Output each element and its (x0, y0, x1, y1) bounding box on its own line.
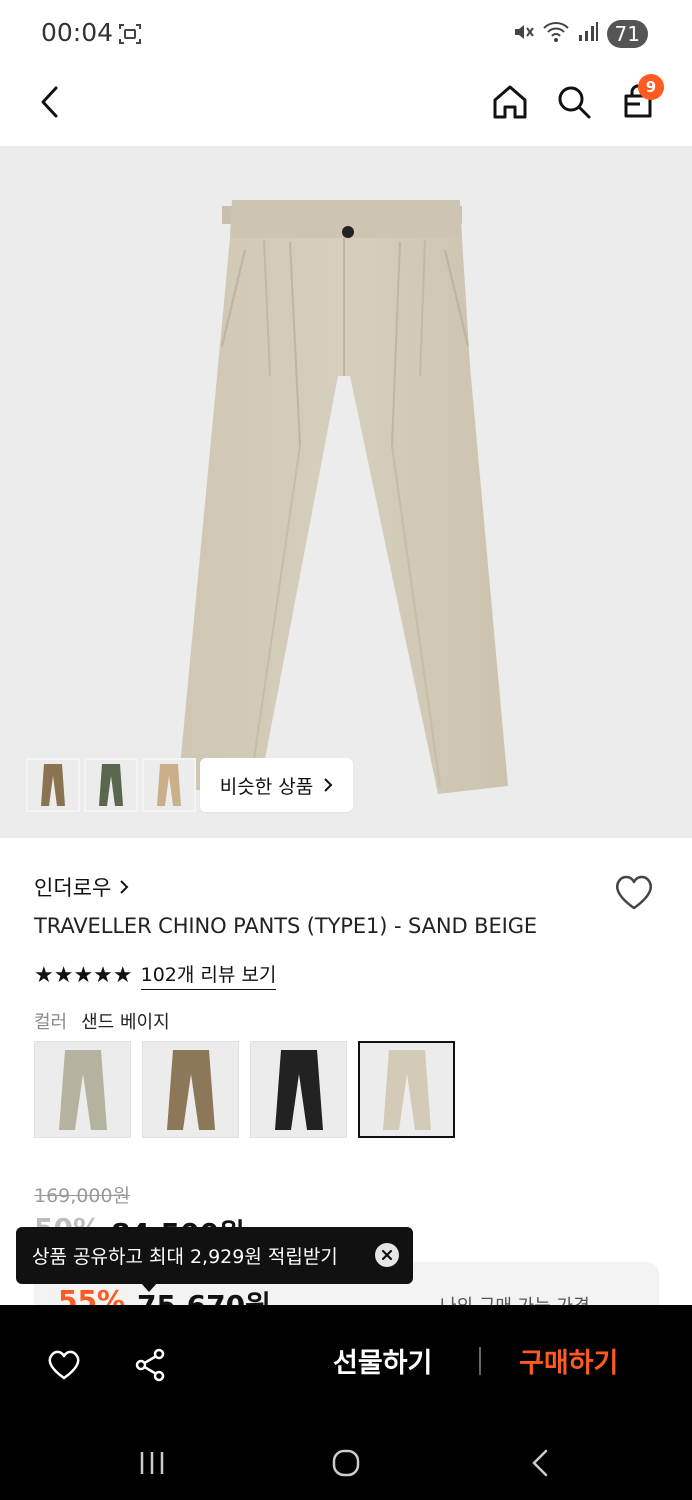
color-thumbnail[interactable] (142, 758, 196, 812)
home-button[interactable] (486, 78, 534, 126)
top-navigation: 9 (0, 68, 692, 146)
bottom-wishlist-button[interactable] (44, 1345, 84, 1385)
status-bar: 00:04 71 (0, 0, 692, 68)
search-button[interactable] (550, 78, 598, 126)
brand-link[interactable]: 인더로우 (34, 872, 129, 902)
review-link[interactable]: 102개 리뷰 보기 (140, 960, 277, 990)
pants-swatch-icon (382, 1049, 431, 1130)
tooltip-close-button[interactable] (375, 1243, 399, 1267)
share-icon (135, 1348, 165, 1382)
status-time: 00:04 (41, 18, 114, 47)
star-rating: ★★★★★ (34, 962, 133, 988)
pants-thumb-icon (157, 764, 181, 806)
pants-swatch-icon (58, 1049, 107, 1130)
pants-swatch-icon (166, 1049, 215, 1130)
color-swatch[interactable] (142, 1041, 239, 1138)
pants-thumb-icon (41, 764, 65, 806)
tooltip-arrow (140, 1282, 158, 1292)
pants-swatch-icon (274, 1049, 323, 1130)
status-icons: 71 (511, 20, 648, 48)
search-icon (558, 86, 591, 119)
color-thumbnail[interactable] (26, 758, 80, 812)
buy-button[interactable]: 구매하기 (519, 1341, 618, 1380)
cart-count-badge: 9 (638, 74, 664, 100)
pants-illustration (178, 200, 508, 796)
back-icon (532, 1449, 548, 1477)
mute-icon (511, 20, 535, 48)
screen-capture-icon (118, 22, 142, 46)
color-swatch[interactable] (34, 1041, 131, 1138)
chevron-right-icon (120, 880, 129, 894)
recents-icon (140, 1452, 164, 1474)
close-icon (381, 1249, 393, 1261)
color-swatches (34, 1041, 455, 1138)
home-circle-icon (332, 1449, 360, 1477)
product-image[interactable] (0, 146, 692, 838)
recent-apps-button[interactable] (132, 1443, 172, 1483)
color-swatch[interactable] (250, 1041, 347, 1138)
rating-row: ★★★★★ 102개 리뷰 보기 (34, 960, 277, 990)
heart-icon (616, 875, 652, 910)
system-navigation-bar (0, 1425, 692, 1500)
chevron-left-icon (41, 86, 58, 118)
brand-name: 인더로우 (34, 876, 112, 900)
share-button[interactable] (130, 1345, 170, 1385)
product-title: TRAVELLER CHINO PANTS (TYPE1) - SAND BEI… (34, 914, 538, 938)
signal-icon (577, 21, 599, 47)
color-swatch-selected[interactable] (358, 1041, 455, 1138)
wifi-icon (542, 21, 569, 47)
color-label: 컬러 (34, 1012, 68, 1033)
original-price: 169,000원 (34, 1185, 131, 1207)
pants-thumb-icon (99, 764, 123, 806)
color-value: 샌드 베이지 (81, 1012, 170, 1033)
wishlist-button[interactable] (613, 873, 655, 911)
home-icon (493, 85, 527, 119)
color-thumbnail[interactable] (84, 758, 138, 812)
back-system-button[interactable] (520, 1443, 560, 1483)
divider (479, 1347, 481, 1375)
heart-icon (48, 1350, 80, 1380)
gift-button[interactable]: 선물하기 (333, 1341, 432, 1380)
color-selection-label: 컬러 샌드 베이지 (34, 1008, 170, 1034)
chevron-right-icon (324, 778, 333, 792)
tooltip-text: 상품 공유하고 최대 2,929원 적립받기 (32, 1246, 338, 1268)
back-button[interactable] (26, 78, 74, 126)
battery-indicator: 71 (606, 20, 648, 48)
share-reward-tooltip: 상품 공유하고 최대 2,929원 적립받기 (16, 1227, 413, 1284)
bottom-action-bar: 선물하기 구매하기 (0, 1305, 692, 1500)
similar-products-label: 비슷한 상품 (219, 775, 314, 798)
similar-products-button[interactable]: 비슷한 상품 (200, 758, 353, 812)
cart-button[interactable]: 9 (614, 74, 664, 126)
home-system-button[interactable] (326, 1443, 366, 1483)
